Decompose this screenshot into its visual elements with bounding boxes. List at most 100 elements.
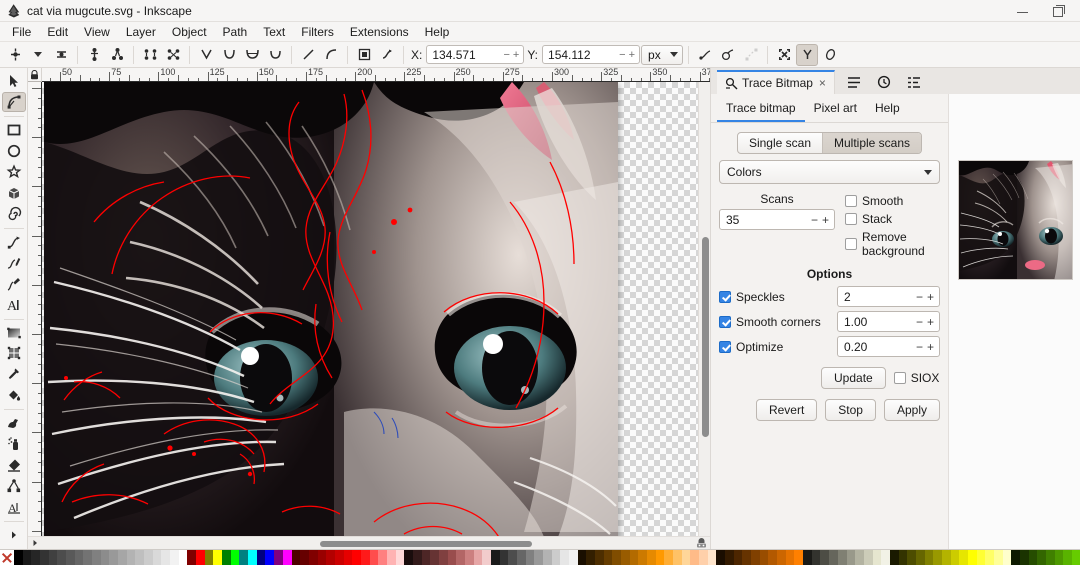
color-swatch[interactable] [135,550,145,565]
color-swatch[interactable] [1002,550,1012,565]
spray-tool[interactable] [2,434,26,454]
color-swatch[interactable] [118,550,127,565]
color-swatch[interactable] [404,550,413,565]
color-swatch[interactable] [204,550,214,565]
ellipse-tool[interactable] [2,141,26,161]
color-swatch[interactable] [673,550,682,565]
color-swatch[interactable] [898,550,908,565]
color-swatch[interactable] [83,550,93,565]
subtab-pixel-art[interactable]: Pixel art [805,98,866,122]
speckles-checkbox[interactable] [719,290,731,303]
color-swatch[interactable] [161,550,171,565]
color-swatch[interactable] [187,550,197,565]
menu-path[interactable]: Path [215,24,256,40]
multiple-scans-button[interactable]: Multiple scans [823,133,922,153]
color-swatch[interactable] [14,550,23,565]
color-swatch[interactable] [265,550,275,565]
color-swatch[interactable] [317,550,327,565]
color-swatch[interactable] [595,550,604,565]
delete-segment-icon[interactable] [162,44,184,66]
gradient-tool[interactable] [2,323,26,343]
speckles-minus[interactable]: − [916,290,923,304]
color-swatch[interactable] [334,550,344,565]
color-swatch[interactable] [369,550,379,565]
selector-tool[interactable] [2,71,26,91]
canvas-horizontal-scrollbar[interactable] [28,536,710,549]
color-swatch[interactable] [759,550,769,565]
color-swatch[interactable] [820,550,830,565]
speckles-plus[interactable]: + [927,290,934,304]
canvas-area[interactable] [42,82,698,536]
segment-curve-icon[interactable] [320,44,342,66]
color-swatch[interactable] [447,550,457,565]
menu-edit[interactable]: Edit [39,24,76,40]
remove-background-checkbox[interactable] [845,238,857,250]
color-swatch[interactable] [950,550,960,565]
close-icon[interactable]: × [819,76,826,90]
menu-file[interactable]: File [4,24,39,40]
color-swatch[interactable] [829,550,838,565]
color-swatch[interactable] [222,550,231,565]
snap-cursor-icon[interactable] [692,537,710,549]
canvas-vertical-scrollbar[interactable] [698,82,710,536]
scroll-left-arrow-icon[interactable] [28,537,42,550]
color-swatch[interactable] [473,550,483,565]
color-swatch[interactable] [699,550,708,565]
menu-filters[interactable]: Filters [293,24,342,40]
color-swatch[interactable] [621,550,630,565]
tweak-tool[interactable] [2,413,26,433]
update-button[interactable]: Update [821,367,886,389]
dock-tab-trace-bitmap[interactable]: Trace Bitmap × [717,70,835,94]
color-swatch[interactable] [985,550,994,565]
color-swatch[interactable] [551,550,561,565]
menu-text[interactable]: Text [255,24,293,40]
x-coordinate-input[interactable]: 134.571 − + [426,45,525,64]
color-swatch[interactable] [733,550,743,565]
color-swatch[interactable] [777,550,786,565]
color-swatch[interactable] [490,550,500,565]
color-swatch[interactable] [378,550,387,565]
join-segment-icon[interactable] [139,44,161,66]
color-swatch[interactable] [40,550,49,565]
x-plus[interactable]: + [513,49,519,61]
color-swatch[interactable] [881,550,890,565]
scans-input[interactable]: 35 − + [719,209,835,230]
show-bezier-handles-icon[interactable] [717,44,739,66]
smooth-checkbox[interactable] [845,195,857,207]
horizontal-scroll-thumb[interactable] [320,540,532,547]
color-swatch[interactable] [352,550,361,565]
siox-row[interactable]: SIOX [893,371,939,385]
color-swatch[interactable] [386,550,396,565]
spiral-tool[interactable] [2,204,26,224]
remove-background-checkbox-row[interactable]: Remove background [845,229,940,261]
node-cusp-icon[interactable] [195,44,217,66]
color-swatch[interactable] [707,550,717,565]
trace-mode-combo[interactable]: Colors [719,160,940,184]
eraser-tool[interactable] [2,455,26,475]
cat-photo-traced[interactable] [44,82,618,536]
color-swatch[interactable] [716,550,726,565]
color-swatch[interactable] [360,550,370,565]
ruler-lock-icon[interactable] [28,68,42,82]
color-swatch[interactable] [256,550,266,565]
node-smooth-icon[interactable] [218,44,240,66]
next-path-effect-icon[interactable] [819,44,841,66]
smooth-corners-checkbox[interactable] [719,315,731,328]
single-scan-button[interactable]: Single scan [738,133,823,153]
calligraphy-tool[interactable] [2,274,26,294]
node-tool[interactable] [1,91,26,113]
dock-undo-history-icon[interactable] [877,75,891,89]
color-swatch[interactable] [230,550,240,565]
color-swatch[interactable] [248,550,257,565]
color-swatch[interactable] [1019,550,1029,565]
insert-node-dropdown-icon[interactable] [27,44,49,66]
color-swatch[interactable] [664,550,674,565]
color-swatch[interactable] [1037,550,1046,565]
optimize-plus[interactable]: + [927,340,934,354]
insert-node-icon[interactable] [4,44,26,66]
segment-line-icon[interactable] [297,44,319,66]
color-swatch[interactable] [196,550,205,565]
minimize-button[interactable] [1016,4,1030,18]
color-swatch[interactable] [152,550,162,565]
stroke-to-path-icon[interactable] [376,44,398,66]
